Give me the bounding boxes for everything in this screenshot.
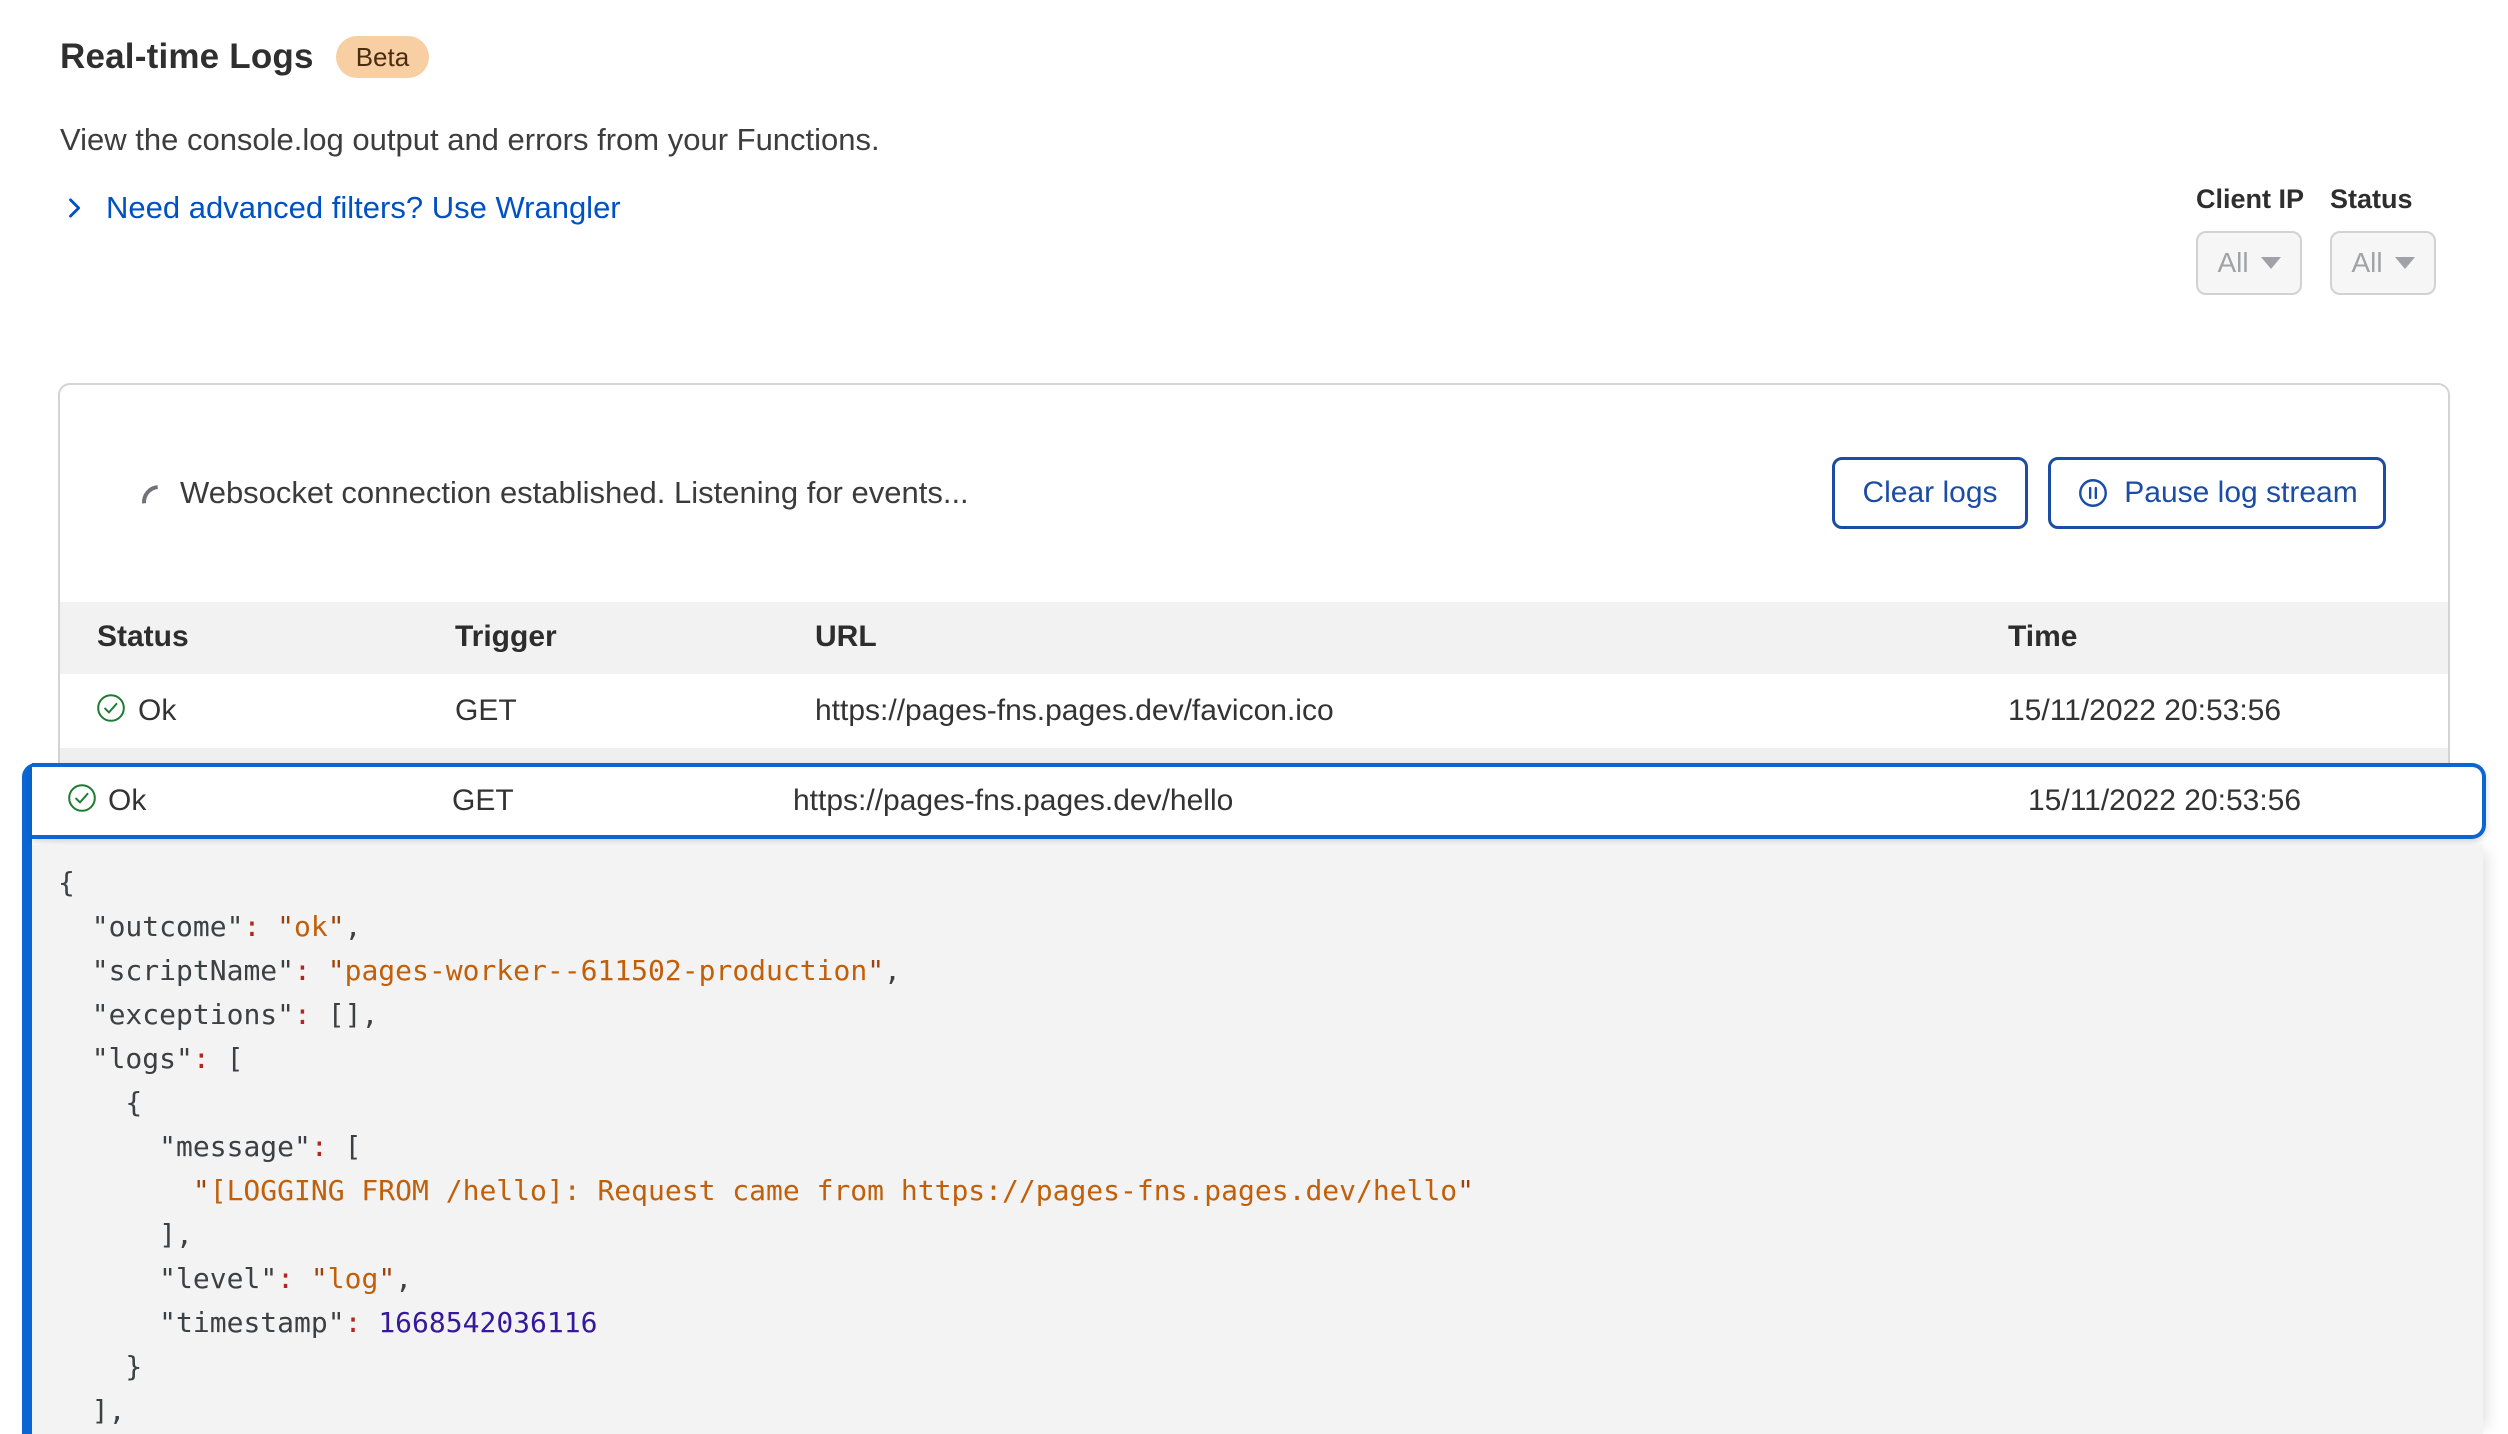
chevron-right-icon [60, 194, 88, 222]
log-table-panel: Websocket connection established. Listen… [58, 383, 2450, 783]
loading-spinner-icon [135, 478, 183, 526]
pause-log-stream-label: Pause log stream [2124, 476, 2357, 510]
row-url: https://pages-fns.pages.dev/favicon.ico [815, 694, 1334, 728]
row-trigger: GET [452, 784, 514, 818]
page-title: Real-time Logs [60, 37, 314, 77]
status-filter-group: Status All [2330, 184, 2436, 295]
column-header-url: URL [815, 620, 877, 654]
status-ok-icon [66, 784, 98, 822]
row-time: 15/11/2022 20:53:56 [2028, 784, 2301, 818]
row-url: https://pages-fns.pages.dev/hello [793, 784, 1233, 818]
clear-logs-button[interactable]: Clear logs [1832, 457, 2028, 529]
wrangler-link-label: Need advanced filters? Use Wrangler [106, 190, 621, 226]
column-header-time: Time [2008, 620, 2077, 654]
pause-icon [2076, 476, 2110, 510]
row-trigger: GET [455, 694, 517, 728]
clear-logs-label: Clear logs [1862, 476, 1997, 510]
log-detail-panel: { "outcome": "ok", "scriptName": "pages-… [32, 845, 2483, 1434]
client-ip-select[interactable]: All [2196, 231, 2302, 295]
status-ok-icon [95, 694, 127, 732]
row-status: Ok [108, 784, 146, 818]
websocket-status-message: Websocket connection established. Listen… [180, 475, 969, 511]
realtime-logs-page: Real-time Logs Beta View the console.log… [0, 0, 2508, 1434]
page-header: Real-time Logs Beta [60, 36, 429, 78]
chevron-down-icon [2395, 257, 2415, 269]
status-filter-value: All [2351, 247, 2382, 279]
page-subtitle: View the console.log output and errors f… [60, 122, 880, 158]
client-ip-value: All [2217, 247, 2248, 279]
status-select[interactable]: All [2330, 231, 2436, 295]
json-code: { "outcome": "ok", "scriptName": "pages-… [32, 845, 2483, 1433]
chevron-down-icon [2261, 257, 2281, 269]
client-ip-label: Client IP [2196, 184, 2304, 215]
column-header-trigger: Trigger [455, 620, 557, 654]
filters: Client IP All Status All [2196, 184, 2436, 295]
row-status: Ok [138, 694, 176, 728]
table-header: Status Trigger URL Time [60, 602, 2448, 674]
row-time: 15/11/2022 20:53:56 [2008, 694, 2281, 728]
column-header-status: Status [97, 620, 189, 654]
client-ip-filter-group: Client IP All [2196, 184, 2304, 295]
expanded-log-entry: Ok GET https://pages-fns.pages.dev/hello… [22, 763, 2486, 1434]
beta-badge: Beta [336, 36, 430, 78]
table-row-selected[interactable]: Ok GET https://pages-fns.pages.dev/hello… [32, 763, 2486, 839]
table-row[interactable]: Ok GET https://pages-fns.pages.dev/favic… [60, 674, 2448, 748]
status-filter-label: Status [2330, 184, 2436, 215]
pause-log-stream-button[interactable]: Pause log stream [2048, 457, 2386, 529]
wrangler-link[interactable]: Need advanced filters? Use Wrangler [60, 190, 621, 226]
